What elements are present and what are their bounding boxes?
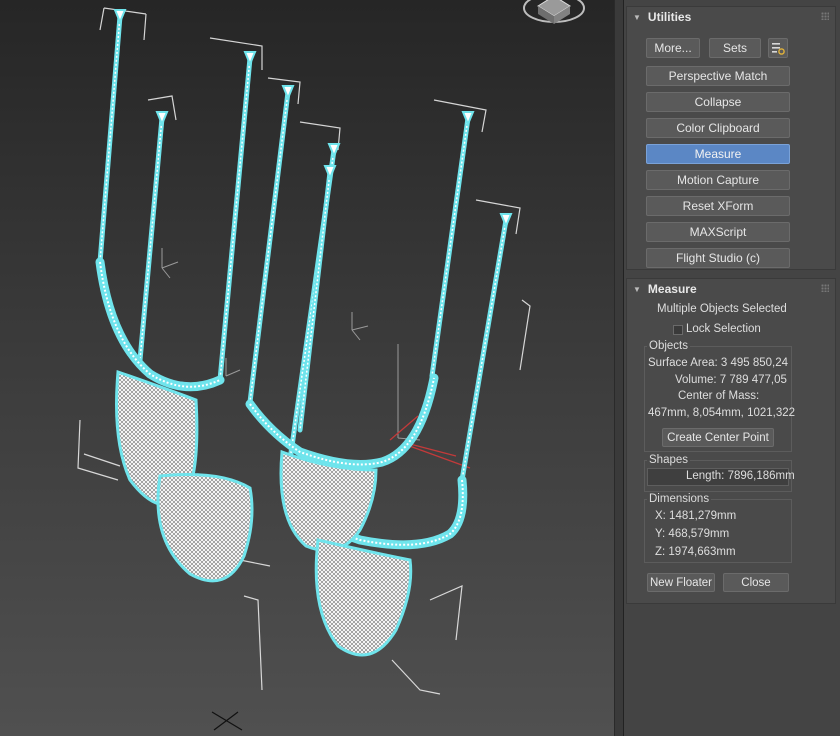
objects-group-title: Objects	[647, 339, 690, 353]
utility-button-color-clipboard[interactable]: Color Clipboard	[646, 118, 790, 138]
origin-marker	[211, 711, 243, 731]
create-center-point-button[interactable]: Create Center Point	[662, 428, 774, 447]
objects-group: Objects Surface Area: 3 495 850,24 Volum…	[644, 339, 796, 452]
new-floater-button[interactable]: New Floater	[647, 573, 715, 592]
measure-title: Measure	[647, 282, 697, 296]
panel-divider[interactable]	[614, 0, 624, 736]
drag-grip-icon[interactable]	[821, 12, 829, 20]
more-button[interactable]: More...	[646, 38, 700, 58]
center-of-mass-label: Center of Mass:	[678, 390, 760, 402]
utilities-title: Utilities	[647, 10, 692, 24]
surface-area-value: Surface Area: 3 495 850,24	[648, 357, 789, 369]
utilities-rollout: ▼ Utilities More... Sets Perspective Mat…	[626, 6, 836, 270]
lamp-wireframes	[95, 9, 513, 657]
sets-button[interactable]: Sets	[709, 38, 761, 58]
utility-button-measure[interactable]: Measure	[646, 144, 790, 164]
configure-sets-button[interactable]	[768, 38, 788, 58]
shapes-group-title: Shapes	[647, 453, 691, 467]
shapes-group: Shapes Length: 7896,186mm	[644, 453, 795, 492]
shapes-length-field: Length: 7896,186mm	[647, 468, 795, 486]
utilities-rollout-header[interactable]: ▼ Utilities	[627, 7, 835, 27]
utility-button-motion-capture[interactable]: Motion Capture	[646, 170, 790, 190]
measure-rollout-header[interactable]: ▼ Measure	[627, 279, 835, 299]
selection-status: Multiple Objects Selected	[657, 303, 787, 315]
drag-grip-icon[interactable]	[821, 284, 829, 292]
measure-rollout: ▼ Measure Multiple Objects Selected Lock…	[626, 278, 836, 604]
perspective-viewport[interactable]	[0, 0, 614, 736]
volume-value: Volume: 7 789 477,05	[675, 374, 787, 386]
close-button[interactable]: Close	[723, 573, 789, 592]
collapse-arrow-icon: ▼	[633, 12, 641, 22]
dimensions-group-title: Dimensions	[647, 492, 712, 506]
lock-selection-checkbox[interactable]	[673, 325, 683, 335]
utility-button-reset-xform[interactable]: Reset XForm	[646, 196, 790, 216]
utility-button-perspective-match[interactable]: Perspective Match	[646, 66, 790, 86]
utility-button-flight-studio-c[interactable]: Flight Studio (c)	[646, 248, 790, 268]
dimensions-group: Dimensions X: 1481,279mm Y: 468,579mm Z:…	[644, 492, 792, 563]
wireframe-scene	[77, 0, 585, 731]
command-panel: ▼ Utilities More... Sets Perspective Mat…	[624, 0, 840, 736]
dimension-z: Z: 1974,663mm	[655, 546, 736, 558]
transform-gizmo	[389, 415, 471, 469]
utility-button-collapse[interactable]: Collapse	[646, 92, 790, 112]
lock-selection-label[interactable]: Lock Selection	[686, 323, 761, 335]
center-of-mass-value: 467mm, 8,054mm, 1021,322	[648, 407, 796, 419]
viewcube-icon	[523, 0, 585, 24]
shapes-length-value: Length: 7896,186mm	[686, 470, 795, 482]
axis-gizmos	[161, 248, 421, 441]
configure-sets-icon	[772, 43, 785, 55]
dimension-x: X: 1481,279mm	[655, 510, 737, 522]
utility-button-maxscript[interactable]: MAXScript	[646, 222, 790, 242]
dimension-y: Y: 468,579mm	[655, 528, 730, 540]
collapse-arrow-icon: ▼	[633, 284, 641, 294]
